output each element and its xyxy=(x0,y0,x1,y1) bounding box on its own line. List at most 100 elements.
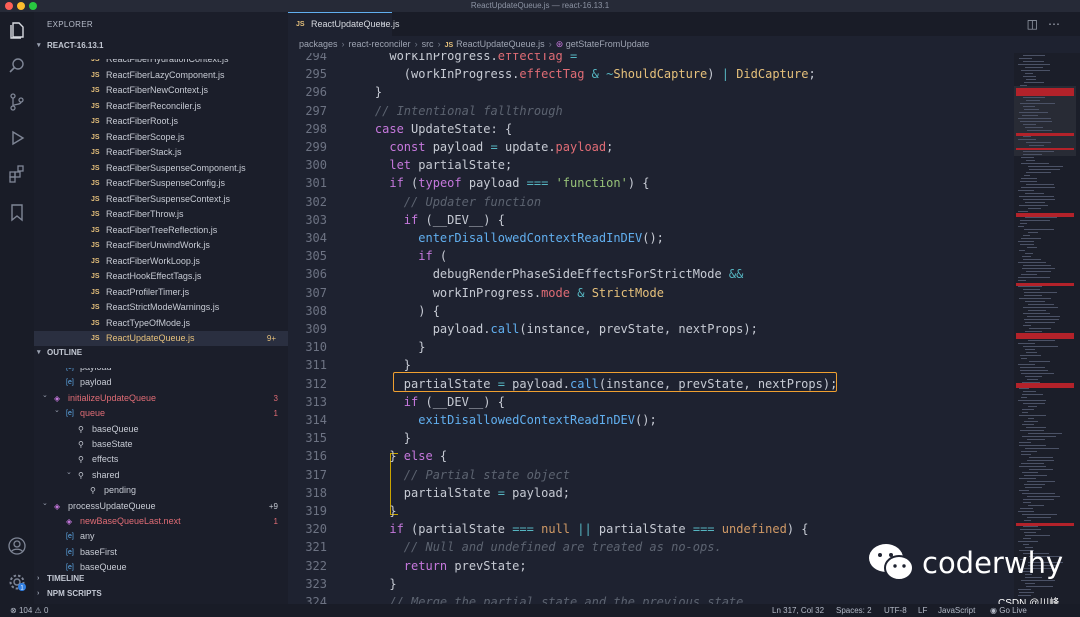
code-line[interactable]: 301 if (typeof payload === 'function') { xyxy=(288,174,1014,192)
breadcrumb-item[interactable]: react-reconciler xyxy=(349,39,411,49)
code-text: exitDisallowedContextReadInDEV(); xyxy=(418,413,657,427)
close-tab-icon[interactable]: × xyxy=(380,13,386,36)
indentation[interactable]: Spaces: 2 xyxy=(836,604,872,617)
javascript-file-icon: JS xyxy=(91,288,100,296)
code-line[interactable]: 306 debugRenderPhaseSideEffectsForStrict… xyxy=(288,265,1014,283)
line-ending[interactable]: LF xyxy=(918,604,927,617)
file-item[interactable]: JS ReactFiberSuspenseComponent.js xyxy=(34,161,288,177)
outline-item[interactable]: ⚲ pending xyxy=(34,483,288,498)
code-line[interactable]: 305 if ( xyxy=(288,247,1014,265)
file-item[interactable]: JS ReactFiberStack.js xyxy=(34,145,288,161)
outline-section-header[interactable]: ▾ OUTLINE xyxy=(34,346,288,359)
split-editor-icon[interactable]: ◫ xyxy=(1027,17,1048,31)
outline-item[interactable]: ⌄ ⚲ shared xyxy=(34,468,288,483)
minimap[interactable] xyxy=(1014,53,1080,604)
breadcrumb-item[interactable]: ReactUpdateQueue.js xyxy=(456,39,545,49)
file-item[interactable]: JS ReactFiberHydrationContext.js xyxy=(34,59,288,68)
code-line[interactable]: 303 if (__DEV__) { xyxy=(288,211,1014,229)
code-line[interactable]: 295 (workInProgress.effectTag & ~ShouldC… xyxy=(288,65,1014,83)
file-item[interactable]: JS ReactHookEffectTags.js xyxy=(34,269,288,285)
file-item[interactable]: JS ReactFiberTreeReflection.js xyxy=(34,223,288,239)
run-debug-icon[interactable] xyxy=(7,128,27,148)
code-line[interactable]: 313 if (__DEV__) { xyxy=(288,393,1014,411)
code-editor[interactable]: 294 workInProgress.effectTag = 295 (workI… xyxy=(288,53,1014,604)
code-line[interactable]: 315 } xyxy=(288,429,1014,447)
minimap-line xyxy=(1022,412,1028,414)
chevron-down-icon[interactable]: ⌄ xyxy=(66,465,72,480)
file-item[interactable]: JS ReactFiberSuspenseConfig.js xyxy=(34,176,288,192)
tab-react-update-queue[interactable]: JS ReactUpdateQueue.js × xyxy=(288,12,400,36)
bookmark-icon[interactable] xyxy=(7,202,27,222)
code-line[interactable]: 317 // Partial state object xyxy=(288,466,1014,484)
code-line[interactable]: 304 enterDisallowedContextReadInDEV(); xyxy=(288,229,1014,247)
settings-gear-icon[interactable]: 1 xyxy=(7,572,27,592)
code-line[interactable]: 297 // Intentional fallthrough xyxy=(288,102,1014,120)
encoding[interactable]: UTF-8 xyxy=(884,604,907,617)
code-line[interactable]: 314 exitDisallowedContextReadInDEV(); xyxy=(288,411,1014,429)
chevron-down-icon[interactable]: ⌄ xyxy=(42,496,48,511)
file-item[interactable]: JS ReactTypeOfMode.js xyxy=(34,316,288,332)
explorer-icon[interactable] xyxy=(7,20,27,40)
code-line[interactable]: 320 if (partialState === null || partial… xyxy=(288,520,1014,538)
file-item[interactable]: JS ReactFiberNewContext.js xyxy=(34,83,288,99)
code-line[interactable]: 308 ) { xyxy=(288,302,1014,320)
outline-item[interactable]: [e] payload xyxy=(34,375,288,390)
chevron-down-icon[interactable]: ⌄ xyxy=(42,388,48,403)
account-icon[interactable] xyxy=(7,536,27,556)
outline-item[interactable]: ⌄ [e] queue 1 xyxy=(34,406,288,421)
code-line[interactable]: 312 partialState = payload.call(instance… xyxy=(288,375,1014,393)
file-item[interactable]: JS ReactFiberScope.js xyxy=(34,130,288,146)
code-line[interactable]: 307 workInProgress.mode & StrictMode xyxy=(288,284,1014,302)
code-line[interactable]: 319 } xyxy=(288,502,1014,520)
outline-item[interactable]: ⚲ baseState xyxy=(34,437,288,452)
outline-item[interactable]: ⚲ effects xyxy=(34,452,288,467)
code-line[interactable]: 296 } xyxy=(288,83,1014,101)
code-line[interactable]: 302 // Updater function xyxy=(288,193,1014,211)
chevron-down-icon[interactable]: ⌄ xyxy=(54,403,60,418)
outline-item[interactable]: ⌄ ◈ processUpdateQueue +9 xyxy=(34,499,288,514)
file-item[interactable]: JS ReactFiberWorkLoop.js xyxy=(34,254,288,270)
timeline-section-header[interactable]: › TIMELINE xyxy=(34,572,288,585)
file-item[interactable]: JS ReactFiberThrow.js xyxy=(34,207,288,223)
outline-item[interactable]: ◈ newBaseQueueLast.next 1 xyxy=(34,514,288,529)
file-item[interactable]: JS ReactUpdateQueue.js 9+ xyxy=(34,331,288,346)
outline-item[interactable]: ⚲ baseQueue xyxy=(34,422,288,437)
breadcrumb-item[interactable]: src xyxy=(422,39,434,49)
file-item[interactable]: JS ReactFiberUnwindWork.js xyxy=(34,238,288,254)
code-line[interactable]: 324 // Merge the partial state and the p… xyxy=(288,593,1014,604)
more-actions-icon[interactable]: ⋯ xyxy=(1048,17,1070,31)
search-icon[interactable] xyxy=(7,56,27,76)
extensions-icon[interactable] xyxy=(7,164,27,184)
code-line[interactable]: 294 workInProgress.effectTag = xyxy=(288,53,1014,65)
outline-item[interactable]: ⌄ ◈ initializeUpdateQueue 3 xyxy=(34,391,288,406)
outline-item[interactable]: [e] any xyxy=(34,529,288,544)
code-line[interactable]: 309 payload.call(instance, prevState, ne… xyxy=(288,320,1014,338)
file-item[interactable]: JS ReactStrictModeWarnings.js xyxy=(34,300,288,316)
file-item[interactable]: JS ReactFiberLazyComponent.js xyxy=(34,68,288,84)
cursor-position[interactable]: Ln 317, Col 32 xyxy=(772,604,824,617)
code-line[interactable]: 310 } xyxy=(288,338,1014,356)
outline-item[interactable]: [e] baseFirst xyxy=(34,545,288,560)
breadcrumb-item[interactable]: getStateFromUpdate xyxy=(566,39,650,49)
file-item[interactable]: JS ReactFiberSuspenseContext.js xyxy=(34,192,288,208)
file-item[interactable]: JS ReactFiberReconciler.js xyxy=(34,99,288,115)
javascript-file-icon: JS xyxy=(91,180,100,187)
code-line[interactable]: 316 } else { xyxy=(288,447,1014,465)
project-section-header[interactable]: ▾ REACT-16.13.1 xyxy=(34,39,288,52)
code-line[interactable]: 318 partialState = payload; xyxy=(288,484,1014,502)
code-line[interactable]: 298 case UpdateState: { xyxy=(288,120,1014,138)
file-item[interactable]: JS ReactProfilerTimer.js xyxy=(34,285,288,301)
code-line[interactable]: 300 let partialState; xyxy=(288,156,1014,174)
code-line[interactable]: 299 const payload = update.payload; xyxy=(288,138,1014,156)
minimap-line xyxy=(1026,352,1037,354)
code-line[interactable]: 311 } xyxy=(288,356,1014,374)
go-live-button[interactable]: ◉ Go Live xyxy=(990,604,1027,617)
language-mode[interactable]: JavaScript xyxy=(938,604,975,617)
code-text: } xyxy=(346,85,383,100)
breadcrumb-item[interactable]: packages xyxy=(299,39,338,49)
problems-indicator[interactable]: ⊗ 104 ⚠ 0 xyxy=(10,604,48,617)
source-control-icon[interactable] xyxy=(7,92,27,112)
file-item[interactable]: JS ReactFiberRoot.js xyxy=(34,114,288,130)
outline-item[interactable]: [e] payload xyxy=(34,368,288,375)
npm-scripts-section-header[interactable]: › NPM SCRIPTS xyxy=(34,587,288,600)
